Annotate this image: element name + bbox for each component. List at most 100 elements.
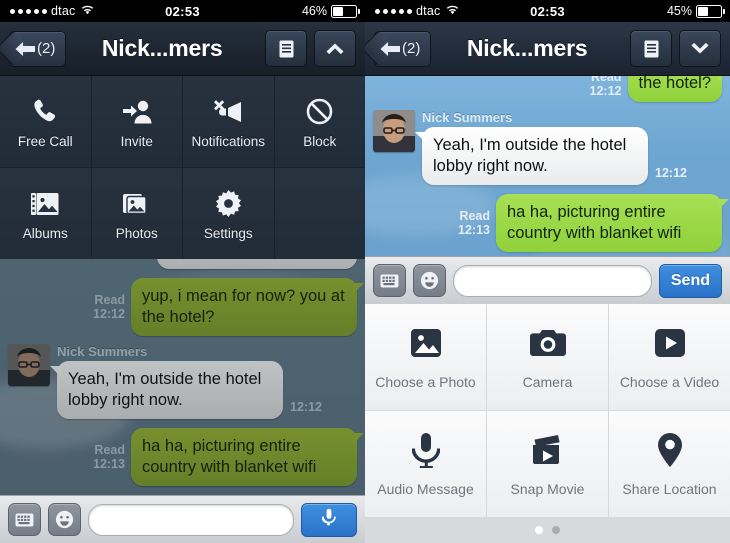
list-icon <box>279 40 294 58</box>
message-input[interactable] <box>453 264 652 297</box>
menu-item-free-call[interactable]: Free Call <box>0 76 92 167</box>
attachment-page-indicator[interactable] <box>365 517 730 543</box>
phone-icon <box>31 94 59 125</box>
chevron-up-icon <box>325 42 345 55</box>
smiley-icon[interactable] <box>413 264 446 297</box>
message-time: 12:13 <box>458 223 490 237</box>
incoming-column: Nick Summers Yeah, I'm outside the hotel… <box>50 344 322 419</box>
attachment-panel: Choose a Photo Camera Choose a Video Aud… <box>365 304 730 543</box>
menu-label: Photos <box>115 226 158 241</box>
read-receipt: Read <box>94 443 125 457</box>
gear-icon <box>215 186 242 217</box>
menu-item-albums[interactable]: Albums <box>0 168 92 259</box>
menu-label: Albums <box>22 226 68 241</box>
menu-label: Notifications <box>191 134 266 149</box>
page-dot[interactable] <box>552 526 560 534</box>
send-button[interactable]: Send <box>658 263 722 298</box>
message-input[interactable] <box>88 503 294 536</box>
message-time: 12:12 <box>655 166 687 180</box>
message-bubble[interactable]: ha ha, picturing entire country with bla… <box>496 194 729 252</box>
menu-item-settings[interactable]: Settings <box>183 168 275 259</box>
left-screen: dtac 02:53 46% (2) Nick...mers Free Call… <box>0 0 365 543</box>
message-meta: Read 12:12 <box>590 76 622 98</box>
right-chat-area[interactable]: Read 12:12 the hotel? Nick Summers Yeah,… <box>365 76 730 256</box>
menu-label: Settings <box>203 226 253 241</box>
left-nav-bar: (2) Nick...mers <box>0 22 365 76</box>
add-person-icon <box>122 94 152 125</box>
message-time: 12:12 <box>589 83 622 98</box>
menu-label: Free Call <box>17 134 73 149</box>
attachment-label: Audio Message <box>377 481 474 497</box>
message-row[interactable]: Read 12:13 ha ha, picturing entire count… <box>0 428 365 486</box>
camera-icon <box>529 324 567 362</box>
panel-toggle-button[interactable] <box>679 30 721 67</box>
attachment-label: Share Location <box>622 481 717 497</box>
back-count-label: (2) <box>402 40 421 57</box>
menu-item-invite[interactable]: Invite <box>91 76 183 167</box>
mute-megaphone-icon <box>213 94 243 125</box>
list-icon <box>644 40 659 58</box>
page-dot-active[interactable] <box>535 526 543 534</box>
page-title: Nick...mers <box>466 35 588 61</box>
sender-name: Nick Summers <box>57 344 148 359</box>
chevron-down-icon <box>690 42 710 55</box>
message-bubble[interactable]: the hotel? <box>627 76 730 102</box>
attachment-audio-message[interactable]: Audio Message <box>365 411 487 517</box>
message-time: 12:12 <box>93 307 125 321</box>
message-bubble[interactable]: Yeah, I'm outside the hotel lobby right … <box>415 127 648 185</box>
message-row[interactable]: Read 12:13 ha ha, picturing entire count… <box>365 194 730 252</box>
microphone-icon <box>411 431 440 469</box>
clock-label: 02:53 <box>165 3 200 19</box>
arrow-left-icon <box>379 41 401 57</box>
message-meta: Read 12:13 <box>93 443 125 471</box>
message-row[interactable]: Read 12:12 the hotel? <box>365 76 730 102</box>
right-nav-bar: (2) Nick...mers <box>365 22 730 76</box>
menu-item-photos[interactable]: Photos <box>91 168 183 259</box>
screenshot-root: dtac 02:53 46% (2) Nick...mers Free Call… <box>0 0 730 543</box>
message-row-clipped <box>0 259 365 269</box>
panel-toggle-button[interactable] <box>314 30 356 67</box>
play-video-icon <box>653 324 687 362</box>
keyboard-icon[interactable] <box>8 503 41 536</box>
chat-menu-button[interactable] <box>630 30 672 67</box>
block-icon <box>306 94 333 125</box>
back-button[interactable]: (2) <box>9 30 67 67</box>
quick-actions-row-2: Albums Photos Settings <box>0 167 365 259</box>
message-row[interactable]: Read 12:12 yup, i mean for now? you at t… <box>0 278 365 336</box>
message-time: 12:12 <box>290 400 322 414</box>
microphone-button[interactable] <box>301 502 357 537</box>
attachment-label: Choose a Photo <box>375 374 476 390</box>
avatar[interactable] <box>373 110 415 152</box>
menu-item-block[interactable]: Block <box>274 76 365 167</box>
sender-name: Nick Summers <box>422 110 513 125</box>
microphone-icon <box>321 508 336 532</box>
battery-icon <box>696 4 725 18</box>
attachment-share-location[interactable]: Share Location <box>609 411 730 517</box>
incoming-bubble-row: Yeah, I'm outside the hotel lobby right … <box>50 361 322 419</box>
attachment-snap-movie[interactable]: Snap Movie <box>487 411 609 517</box>
clock-label: 02:53 <box>530 3 565 19</box>
message-bubble[interactable]: Yeah, I'm outside the hotel lobby right … <box>50 361 283 419</box>
attachment-label: Snap Movie <box>510 481 585 497</box>
chat-menu-button[interactable] <box>265 30 307 67</box>
keyboard-icon[interactable] <box>373 264 406 297</box>
arrow-left-icon <box>14 41 36 57</box>
albums-icon <box>30 186 60 217</box>
message-row[interactable]: Nick Summers Yeah, I'm outside the hotel… <box>365 110 730 185</box>
quick-actions-panel: Free Call Invite Notifications Block Alb… <box>0 76 365 259</box>
left-input-bar <box>0 495 365 543</box>
attachment-choose-a-video[interactable]: Choose a Video <box>609 304 730 410</box>
menu-item-notifications[interactable]: Notifications <box>183 76 275 167</box>
attachment-label: Choose a Video <box>619 374 720 390</box>
left-chat-area[interactable]: Read 12:12 yup, i mean for now? you at t… <box>0 259 365 495</box>
smiley-icon[interactable] <box>48 503 81 536</box>
attachment-choose-a-photo[interactable]: Choose a Photo <box>365 304 487 410</box>
photos-icon <box>122 186 152 217</box>
message-bubble[interactable]: ha ha, picturing entire country with bla… <box>131 428 364 486</box>
attachment-camera[interactable]: Camera <box>487 304 609 410</box>
menu-label: Block <box>303 134 337 149</box>
avatar[interactable] <box>8 344 50 386</box>
back-button[interactable]: (2) <box>374 30 432 67</box>
clipped-bubble <box>157 259 357 269</box>
message-bubble[interactable]: yup, i mean for now? you at the hotel? <box>131 278 364 336</box>
